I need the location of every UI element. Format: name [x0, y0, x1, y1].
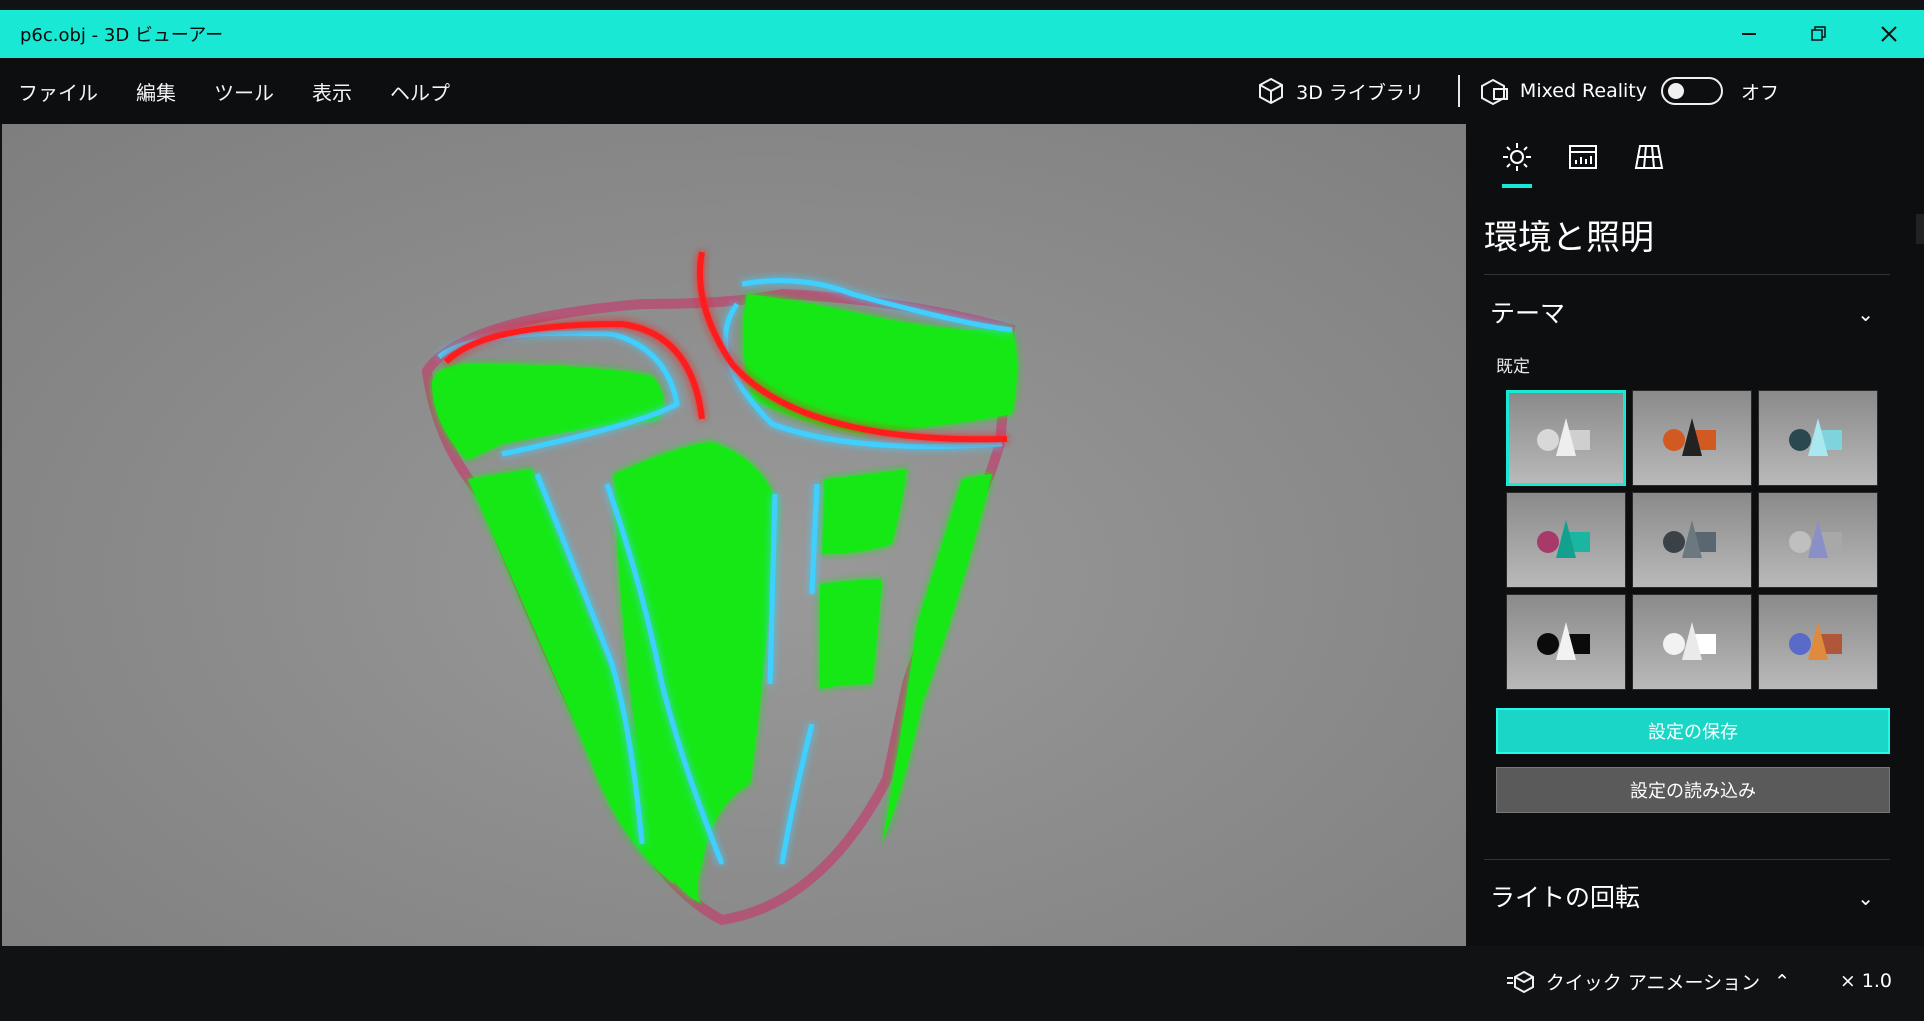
toggle-state-label: オフ: [1740, 81, 1779, 104]
shapes-icon: [1789, 622, 1842, 660]
shapes-icon: [1537, 520, 1590, 558]
3d-model: [421, 251, 1017, 926]
shapes-icon: [1663, 622, 1716, 660]
panel-edge-tab[interactable]: [1916, 214, 1924, 244]
shapes-icon: [1537, 622, 1590, 660]
toolbar-separator: [1457, 75, 1460, 107]
panel-top-right: [743, 294, 1017, 434]
default-label: 既定: [1496, 357, 1530, 377]
toggle-knob: [1667, 83, 1684, 99]
theme-thumbnail-9[interactable]: [1758, 594, 1878, 690]
shapes-icon: [1789, 520, 1842, 558]
panel-right-edge: [882, 474, 992, 844]
3d-library-label: 3D ライブラリ: [1296, 81, 1424, 104]
shapes-icon: [1789, 418, 1842, 456]
window-title: p6c.obj - 3D ビューアー: [20, 25, 224, 46]
mixed-reality-group: Mixed Reality オフ: [1480, 76, 1779, 106]
3d-viewport[interactable]: [2, 124, 1466, 946]
theme-thumbnail-4[interactable]: [1506, 492, 1626, 588]
menu-help[interactable]: ヘルプ: [390, 77, 450, 106]
tab-stats[interactable]: [1550, 142, 1616, 186]
window-controls: [1714, 10, 1924, 58]
tab-mesh[interactable]: [1616, 142, 1682, 186]
minimize-icon: [1742, 33, 1756, 35]
panel-title: 環境と照明: [1484, 218, 1654, 258]
seam-right-2: [809, 483, 820, 595]
close-button[interactable]: [1854, 10, 1924, 58]
menu-tools[interactable]: ツール: [214, 77, 274, 106]
theme-thumbnail-8[interactable]: [1632, 594, 1752, 690]
theme-thumbnail-6[interactable]: [1758, 492, 1878, 588]
light-rotation-header[interactable]: ライトの回転: [1490, 878, 1640, 914]
chevron-down-icon[interactable]: ⌄: [1857, 302, 1874, 326]
theme-grid: [1506, 390, 1878, 690]
mixed-reality-icon: [1480, 78, 1508, 106]
3d-library-button[interactable]: 3D ライブラリ: [1256, 76, 1424, 106]
grid-icon: [1634, 145, 1664, 169]
environment-panel: 環境と照明 テーマ ⌄ 既定 設定の保存 設定の読み込み ライトの回転 ⌄: [1466, 124, 1924, 946]
restore-button[interactable]: [1784, 10, 1854, 58]
divider-1: [1484, 274, 1890, 275]
divider-2: [1484, 859, 1890, 860]
load-settings-button[interactable]: 設定の読み込み: [1496, 767, 1890, 813]
shapes-icon: [1537, 418, 1590, 456]
theme-thumbnail-1[interactable]: [1506, 390, 1626, 486]
title-bar: p6c.obj - 3D ビューアー: [0, 10, 1924, 58]
animation-cube-icon: [1506, 970, 1534, 993]
menu-bar: ファイル 編集 ツール 表示 ヘルプ 3D ライブラリ Mixed Realit…: [0, 58, 1924, 124]
close-icon: [1881, 26, 1897, 42]
menu-view[interactable]: 表示: [312, 77, 352, 106]
theme-thumbnail-2[interactable]: [1632, 390, 1752, 486]
mixed-reality-label: Mixed Reality: [1519, 80, 1647, 102]
mixed-reality-toggle[interactable]: [1660, 77, 1723, 105]
theme-thumbnail-5[interactable]: [1632, 492, 1752, 588]
quick-animation-label: クイック アニメーション: [1545, 972, 1761, 994]
menu-edit[interactable]: 編集: [136, 77, 176, 106]
minimize-button[interactable]: [1714, 10, 1784, 58]
sun-icon: [1503, 143, 1531, 171]
stats-icon: [1569, 145, 1597, 169]
panel-tabs: [1484, 142, 1682, 188]
playback-speed[interactable]: × 1.0: [1840, 970, 1892, 992]
save-settings-button[interactable]: 設定の保存: [1496, 708, 1890, 754]
theme-thumbnail-7[interactable]: [1506, 594, 1626, 690]
theme-section-label: テーマ: [1490, 299, 1566, 328]
panel-right-upper: [822, 469, 907, 554]
theme-section-header[interactable]: テーマ: [1490, 294, 1565, 330]
shapes-icon: [1663, 520, 1716, 558]
cube-icon: [1259, 77, 1284, 105]
chevron-down-icon[interactable]: ⌄: [1857, 886, 1874, 910]
tab-lighting[interactable]: [1484, 142, 1550, 188]
panel-right-lower: [820, 579, 882, 689]
theme-thumbnail-3[interactable]: [1758, 390, 1878, 486]
light-rotation-label: ライトの回転: [1490, 883, 1641, 912]
menu-right-group: 3D ライブラリ Mixed Reality オフ: [1256, 58, 1924, 124]
shapes-icon: [1663, 418, 1716, 456]
status-bar: クイック アニメーション ⌃ × 1.0: [0, 946, 1924, 1021]
seam-right-3: [779, 723, 815, 865]
restore-icon: [1811, 26, 1826, 41]
menu-file[interactable]: ファイル: [18, 77, 98, 106]
quick-animation-button[interactable]: クイック アニメーション ⌃: [1506, 968, 1790, 995]
chevron-up-icon: ⌃: [1774, 970, 1790, 993]
